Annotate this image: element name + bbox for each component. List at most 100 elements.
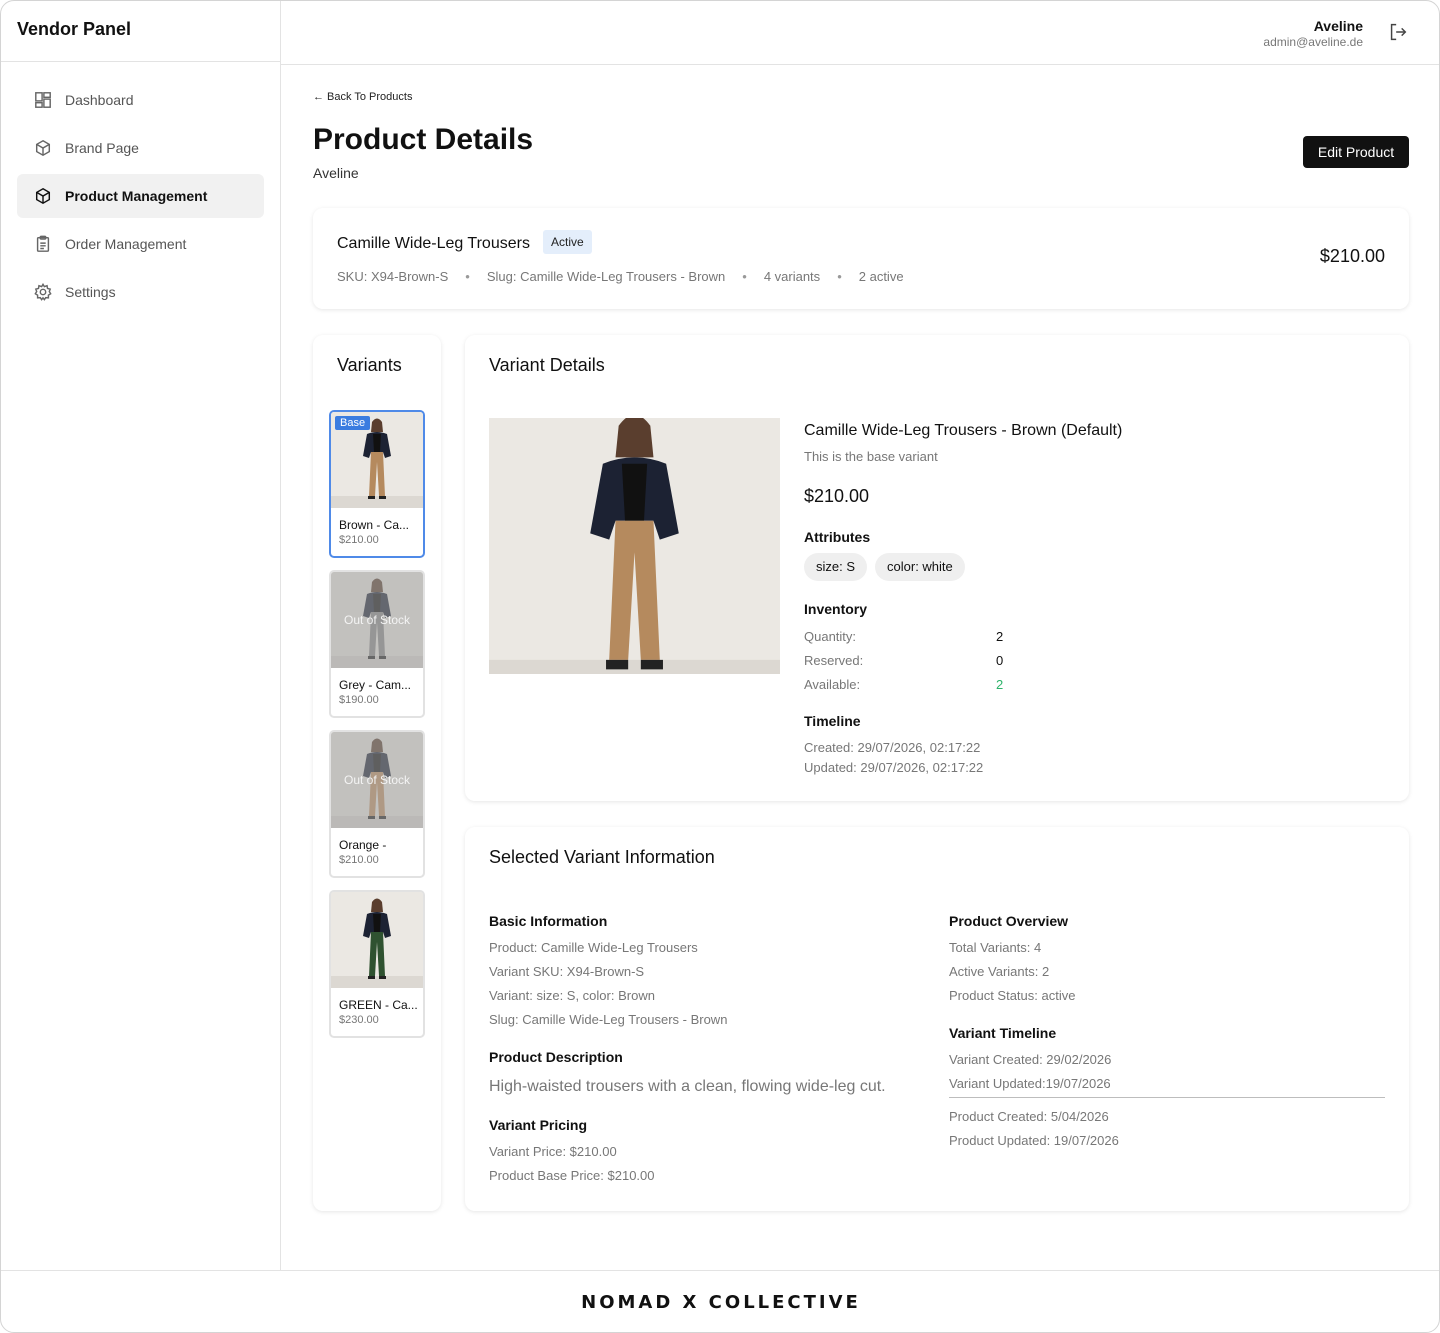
- variant-price: $210.00: [339, 854, 379, 866]
- info-line: Product: Camille Wide-Leg Trousers: [489, 940, 698, 955]
- sidebar-item-label: Dashboard: [65, 92, 134, 108]
- variant-price: $190.00: [339, 694, 379, 706]
- status-badge: Active: [543, 230, 592, 254]
- clipboard-icon: [33, 234, 53, 254]
- inventory-available: Available: 2: [804, 677, 1004, 692]
- separator-dot: •: [837, 269, 842, 284]
- base-badge: Base: [335, 416, 371, 430]
- selected-variant-info-card: Selected Variant Information Basic Infor…: [465, 827, 1409, 1211]
- separator-dot: •: [742, 269, 747, 284]
- sidebar-nav: Dashboard Brand Page Product Management …: [1, 62, 280, 314]
- sidebar-item-settings[interactable]: Settings: [17, 270, 264, 314]
- brand-logo: NOMAD X COLLECTIVE: [581, 1292, 861, 1313]
- inventory-value: 0: [996, 653, 1004, 668]
- description-heading: Product Description: [489, 1049, 623, 1065]
- top-bar: Aveline admin@aveline.de: [281, 1, 1439, 65]
- product-price: $210.00: [1319, 246, 1385, 266]
- updated-timestamp: Updated: 29/07/2026, 02:17:22: [804, 760, 984, 775]
- user-name: Aveline: [1313, 18, 1363, 34]
- sidebar-item-product-management[interactable]: Product Management: [17, 174, 264, 218]
- app-window: Vendor Panel Dashboard Brand Page Produc…: [0, 0, 1440, 1333]
- variant-full-name: Camille Wide-Leg Trousers - Brown (Defau…: [804, 422, 1123, 439]
- pricing-heading: Variant Pricing: [489, 1117, 588, 1133]
- info-line: Product Updated: 19/07/2026: [949, 1133, 1119, 1148]
- variant-image: [489, 418, 780, 674]
- inventory-value: 2: [996, 629, 1004, 644]
- sidebar-item-label: Order Management: [65, 236, 187, 252]
- product-summary-card: Camille Wide-Leg Trousers Active SKU: X9…: [313, 208, 1409, 309]
- attribute-chip: color: white: [875, 553, 965, 581]
- variant-note: This is the base variant: [804, 449, 938, 464]
- variant-card[interactable]: Out of Stock Grey - Cam... $190.00: [329, 570, 425, 718]
- info-title: Selected Variant Information: [489, 847, 715, 867]
- box-icon: [33, 138, 53, 158]
- info-line: Slug: Camille Wide-Leg Trousers - Brown: [489, 1012, 728, 1027]
- sidebar-item-dashboard[interactable]: Dashboard: [17, 78, 264, 122]
- sidebar-item-brand-page[interactable]: Brand Page: [17, 126, 264, 170]
- variant-name: Brown - Ca...: [339, 518, 410, 532]
- sidebar-item-label: Settings: [65, 284, 116, 300]
- variant-details-title: Variant Details: [489, 355, 605, 375]
- inventory-value: 2: [996, 677, 1004, 692]
- product-description: High-waisted trousers with a clean, flow…: [489, 1078, 886, 1095]
- inventory-reserved: Reserved: 0: [804, 653, 1004, 668]
- app-title: Vendor Panel: [17, 19, 132, 39]
- variant-card[interactable]: Base Brown - Ca... $210.00: [329, 410, 425, 558]
- created-timestamp: Created: 29/07/2026, 02:17:22: [804, 740, 981, 755]
- variants-title: Variants: [337, 355, 402, 375]
- active-count: 2 active: [858, 269, 904, 284]
- variant-timeline-heading: Variant Timeline: [949, 1025, 1057, 1041]
- attribute-chips: size: S color: white: [804, 553, 973, 581]
- variant-card[interactable]: GREEN - Ca... $230.00: [329, 890, 425, 1038]
- back-to-products-link[interactable]: ← Back To Products: [313, 91, 412, 103]
- dashboard-icon: [33, 90, 53, 110]
- variant-details-card: Variant Details Camille Wide-Leg Trouser…: [465, 335, 1409, 801]
- logout-icon[interactable]: [1387, 21, 1411, 45]
- info-line: Product Base Price: $210.00: [489, 1168, 655, 1183]
- edit-product-button[interactable]: Edit Product: [1303, 136, 1409, 168]
- variant-price: $210.00: [339, 534, 379, 546]
- timeline-heading: Timeline: [804, 713, 861, 729]
- sidebar-item-order-management[interactable]: Order Management: [17, 222, 264, 266]
- attributes-heading: Attributes: [804, 529, 871, 545]
- sidebar-item-label: Product Management: [65, 188, 208, 204]
- variant-detail-price: $210.00: [804, 486, 870, 506]
- inventory-quantity: Quantity: 2: [804, 629, 1004, 644]
- basic-info-heading: Basic Information: [489, 913, 608, 929]
- divider: [949, 1097, 1385, 1098]
- inventory-label: Available:: [804, 677, 861, 692]
- info-line: Variant Created: 29/02/2026: [949, 1052, 1112, 1067]
- info-line: Product Created: 5/04/2026: [949, 1109, 1109, 1124]
- variant-price: $230.00: [339, 1014, 379, 1026]
- gear-icon: [33, 282, 53, 302]
- box-icon: [33, 186, 53, 206]
- variant-card[interactable]: Out of Stock Orange - $210.00: [329, 730, 425, 878]
- page-subtitle: Aveline: [313, 165, 359, 181]
- variant-name: GREEN - Ca...: [339, 998, 418, 1012]
- variant-name: Orange -: [339, 838, 387, 852]
- variant-count: 4 variants: [763, 269, 821, 284]
- inventory-label: Reserved:: [804, 653, 864, 668]
- inventory-label: Quantity:: [804, 629, 857, 644]
- info-line: Total Variants: 4: [949, 940, 1042, 955]
- user-info: Aveline admin@aveline.de: [1263, 18, 1363, 49]
- out-of-stock-overlay: Out of Stock: [331, 732, 423, 828]
- user-email: admin@aveline.de: [1263, 35, 1363, 49]
- variant-name: Grey - Cam...: [339, 678, 412, 692]
- product-slug: Slug: Camille Wide-Leg Trousers - Brown: [486, 269, 726, 284]
- info-line: Active Variants: 2: [949, 964, 1050, 979]
- info-line: Variant SKU: X94-Brown-S: [489, 964, 645, 979]
- separator-dot: •: [465, 269, 470, 284]
- info-line: Product Status: active: [949, 988, 1076, 1003]
- product-meta: SKU: X94-Brown-S • Slug: Camille Wide-Le…: [337, 269, 904, 284]
- info-line: Variant Price: $210.00: [489, 1144, 617, 1159]
- variant-thumbnail: [331, 892, 423, 988]
- out-of-stock-overlay: Out of Stock: [331, 572, 423, 668]
- inventory-heading: Inventory: [804, 601, 868, 617]
- info-line: Variant: size: S, color: Brown: [489, 988, 655, 1003]
- footer: NOMAD X COLLECTIVE: [1, 1270, 1439, 1332]
- sidebar-header: Vendor Panel: [1, 1, 280, 62]
- overview-heading: Product Overview: [949, 913, 1069, 929]
- page-title: Product Details: [313, 123, 534, 156]
- variants-panel: Variants Base Brown - Ca... $210.00 Out …: [313, 335, 441, 1211]
